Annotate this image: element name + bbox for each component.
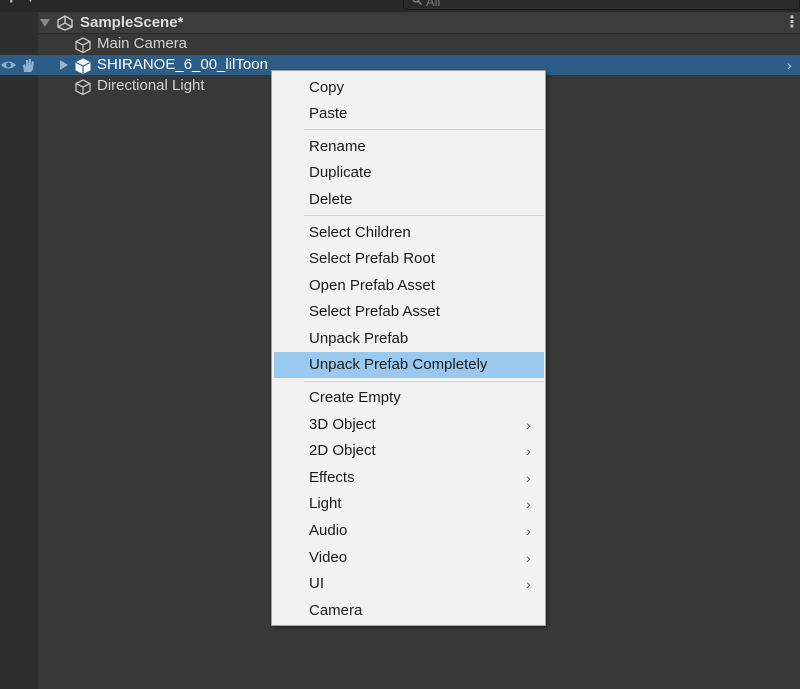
menu-item-copy[interactable]: Copy xyxy=(274,75,544,101)
hierarchy-item-label: Directional Light xyxy=(97,77,205,94)
hierarchy-window: + ▼ SampleScene* ⋮ Main Camera xyxy=(0,0,800,689)
submenu-chevron-icon: › xyxy=(526,576,531,592)
prefab-open-arrow-icon[interactable]: › xyxy=(787,55,792,75)
menu-item-create-empty[interactable]: Create Empty xyxy=(274,385,544,411)
hierarchy-item-main-camera[interactable]: Main Camera xyxy=(38,34,800,54)
cube-icon xyxy=(75,37,91,54)
plus-icon: + xyxy=(6,0,17,7)
menu-item-duplicate[interactable]: Duplicate xyxy=(274,160,544,186)
unity-scene-icon xyxy=(57,15,73,31)
visibility-eye-icon[interactable] xyxy=(0,58,17,72)
menu-item-delete[interactable]: Delete xyxy=(274,187,544,213)
hierarchy-item-label: Main Camera xyxy=(97,35,188,52)
menu-item-select-prefab-root[interactable]: Select Prefab Root xyxy=(274,246,544,272)
search-icon xyxy=(412,0,422,5)
menu-item-ui[interactable]: UI › xyxy=(274,571,544,597)
menu-item-2d-object[interactable]: 2D Object › xyxy=(274,438,544,464)
scene-name: SampleScene* xyxy=(80,14,184,31)
menu-separator xyxy=(304,215,544,216)
submenu-chevron-icon: › xyxy=(526,496,531,512)
submenu-chevron-icon: › xyxy=(526,443,531,459)
context-menu: Copy Paste Rename Duplicate Delete Selec… xyxy=(271,70,546,626)
hierarchy-item-label: SHIRANOE_6_00_lilToon xyxy=(97,56,268,73)
scene-header-row[interactable]: SampleScene* ⋮ xyxy=(38,13,800,34)
submenu-chevron-icon: › xyxy=(526,523,531,539)
menu-item-audio[interactable]: Audio › xyxy=(274,518,544,544)
scene-menu-icon[interactable]: ⋮ xyxy=(784,13,800,33)
menu-item-select-children[interactable]: Select Children xyxy=(274,220,544,246)
foldout-arrow-icon[interactable] xyxy=(40,19,50,27)
menu-item-unpack-prefab-completely[interactable]: Unpack Prefab Completely xyxy=(274,352,544,378)
menu-item-light[interactable]: Light › xyxy=(274,491,544,517)
submenu-chevron-icon: › xyxy=(526,550,531,566)
menu-item-select-prefab-asset[interactable]: Select Prefab Asset xyxy=(274,299,544,325)
submenu-chevron-icon: › xyxy=(526,470,531,486)
hierarchy-gutter xyxy=(0,0,38,689)
search-input[interactable] xyxy=(426,0,786,9)
cube-icon xyxy=(75,79,91,96)
pickable-hand-icon[interactable] xyxy=(20,57,36,73)
menu-item-paste[interactable]: Paste xyxy=(274,101,544,127)
submenu-chevron-icon: › xyxy=(526,417,531,433)
menu-separator xyxy=(304,129,544,130)
menu-item-rename[interactable]: Rename xyxy=(274,134,544,160)
menu-item-video[interactable]: Video › xyxy=(274,545,544,571)
create-dropdown-button[interactable]: + ▼ xyxy=(4,0,38,10)
menu-item-unpack-prefab[interactable]: Unpack Prefab xyxy=(274,326,544,352)
menu-separator xyxy=(304,381,544,382)
menu-item-camera[interactable]: Camera xyxy=(274,598,544,624)
menu-item-3d-object[interactable]: 3D Object › xyxy=(274,412,544,438)
search-field[interactable] xyxy=(403,0,800,10)
menu-item-effects[interactable]: Effects › xyxy=(274,465,544,491)
prefab-cube-icon xyxy=(75,58,91,75)
menu-item-open-prefab-asset[interactable]: Open Prefab Asset xyxy=(274,273,544,299)
dropdown-arrow-icon: ▼ xyxy=(26,0,35,6)
expand-arrow-icon[interactable] xyxy=(60,60,68,70)
hierarchy-toolbar: + ▼ xyxy=(0,0,800,12)
